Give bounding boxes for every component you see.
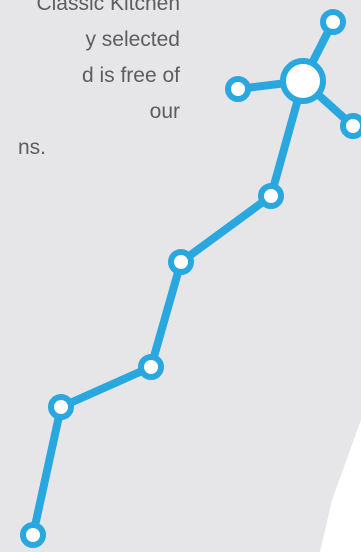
network-node-3: [138, 354, 164, 380]
network-node-top: [320, 9, 346, 35]
network-main-path: [29, 77, 307, 539]
network-node-2: [48, 394, 74, 420]
network-node-bottom: [20, 522, 46, 548]
network-node-right: [340, 113, 361, 139]
network-hub-node: [280, 58, 326, 104]
network-node-5: [258, 183, 284, 209]
network-line-icon: [20, 9, 361, 548]
network-node-4: [168, 249, 194, 275]
illustration-canvas: Classic Kitchen y selected d is free of …: [0, 0, 361, 552]
network-node-left: [225, 76, 251, 102]
